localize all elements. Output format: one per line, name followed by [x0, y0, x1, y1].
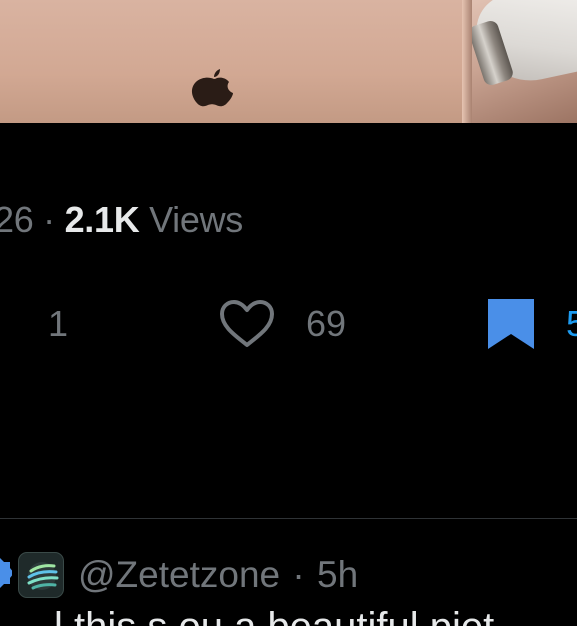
- retweet-count: 1: [48, 303, 69, 344]
- bookmark-button[interactable]: 5: [486, 294, 577, 354]
- like-count: 69: [306, 303, 347, 344]
- views-count[interactable]: 2.1K: [65, 199, 140, 240]
- reply-time[interactable]: 5h: [317, 554, 358, 595]
- apple-logo: [191, 69, 233, 107]
- views-line: 26 · 2.1K Views: [0, 198, 243, 242]
- separator-dot: ·: [292, 554, 305, 595]
- bookmark-count: 5: [566, 303, 577, 344]
- reply-text-clip: l this s ou a beautiful piet: [0, 604, 577, 626]
- avatar[interactable]: [18, 552, 64, 598]
- reply-author-line: @Zetetzone · 5h: [78, 552, 358, 598]
- views-label[interactable]: Views: [149, 199, 243, 240]
- avatar-logo-icon: [27, 562, 59, 590]
- laptop-edge: [462, 0, 472, 123]
- separator-dot: ·: [43, 199, 55, 240]
- bookmark-icon: [488, 299, 534, 349]
- reply-text: l this s ou a beautiful piet: [54, 604, 494, 626]
- post-media-image[interactable]: [0, 0, 577, 123]
- retweet-icon: [0, 304, 18, 344]
- like-button[interactable]: 69: [216, 294, 346, 354]
- post-date-fragment: 26: [0, 199, 34, 240]
- verified-badge-icon: [0, 558, 12, 588]
- action-bar: 1 69 5: [0, 294, 577, 354]
- divider: [0, 518, 577, 519]
- reply-handle[interactable]: @Zetetzone: [78, 554, 280, 595]
- retweet-button[interactable]: 1: [0, 294, 68, 354]
- heart-icon: [220, 300, 274, 347]
